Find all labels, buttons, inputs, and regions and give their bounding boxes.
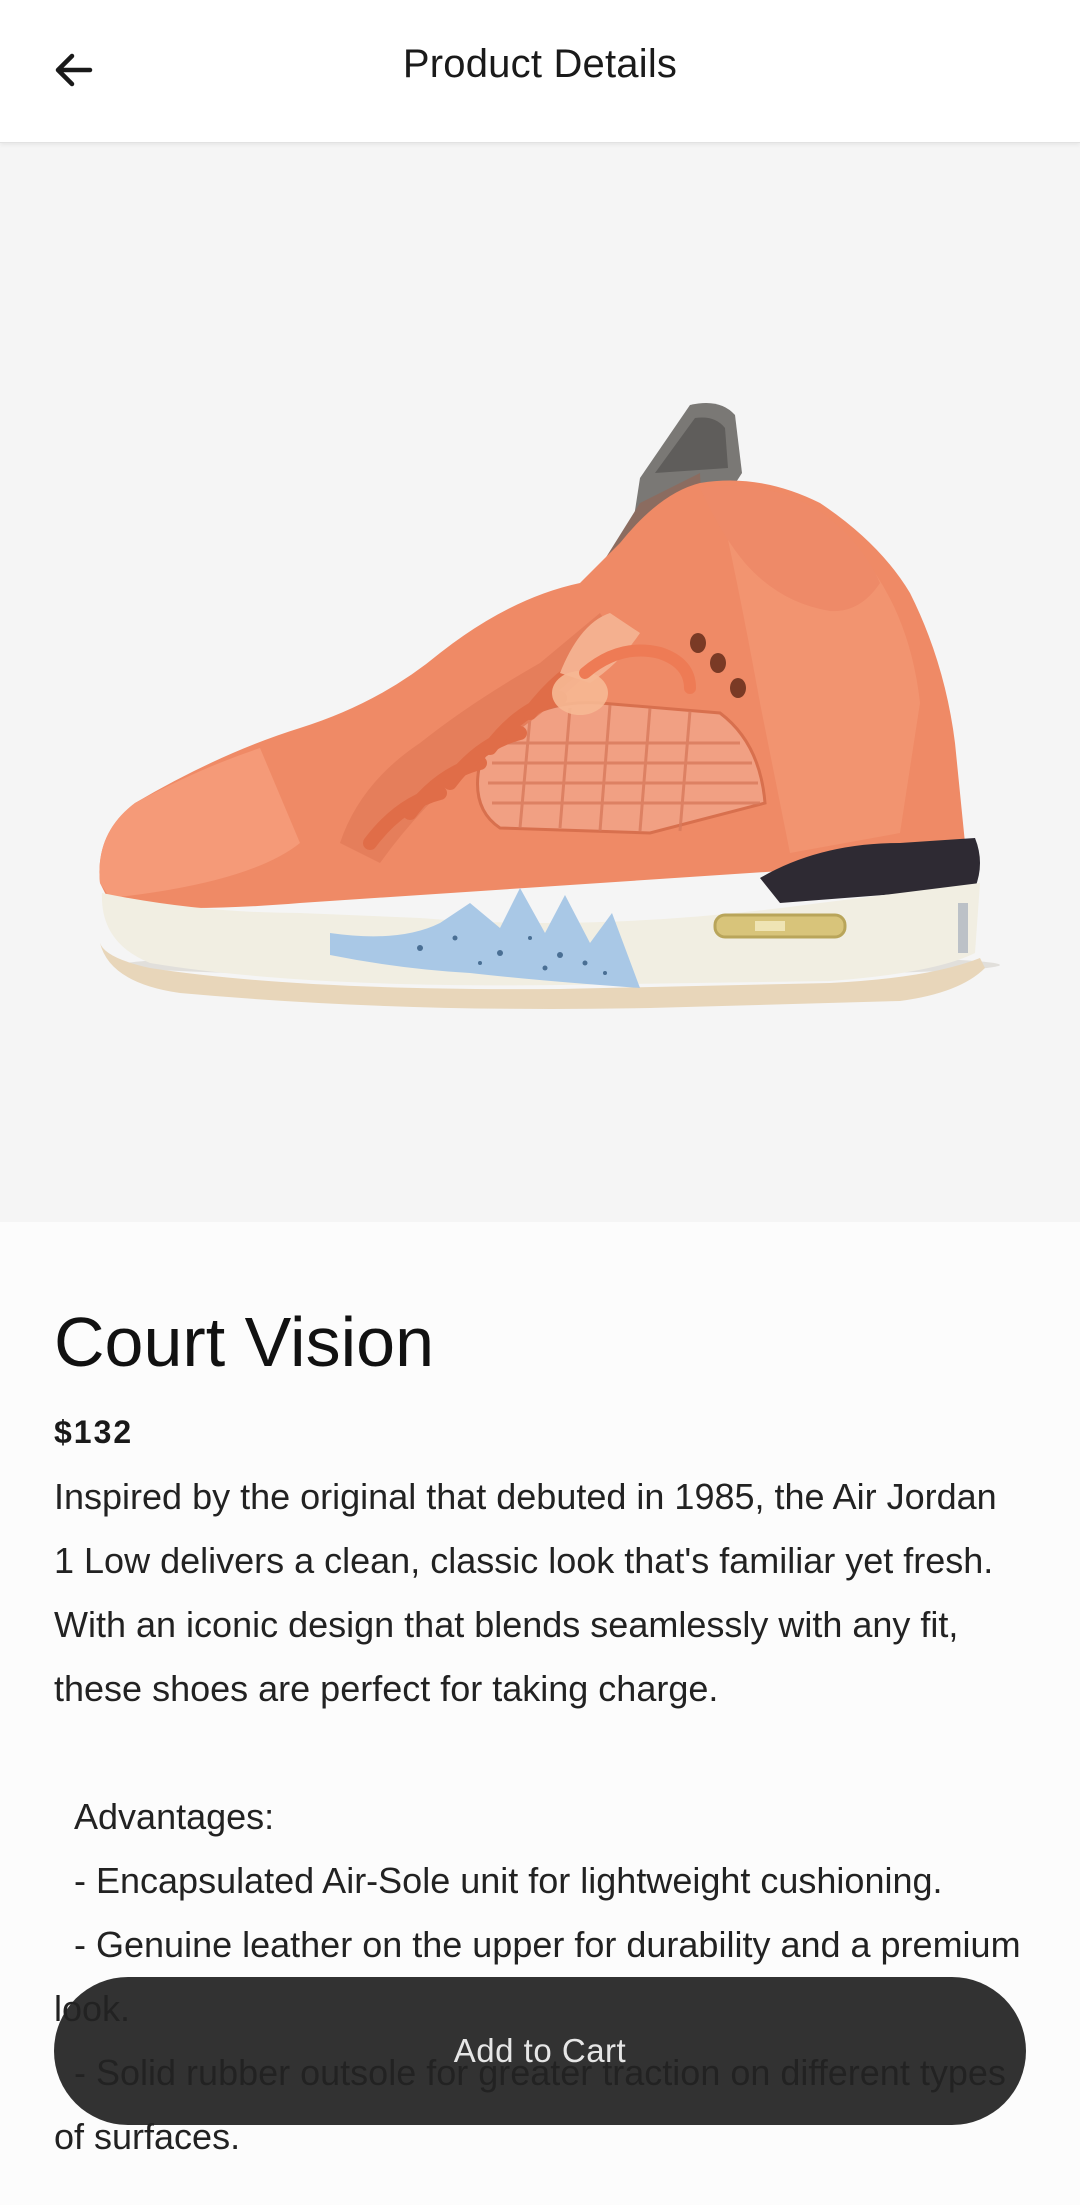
- add-to-cart-button[interactable]: Add to Cart: [54, 1977, 1026, 2125]
- top-app-bar: Product Details: [0, 0, 1080, 143]
- product-image: [0, 143, 1080, 1222]
- product-price: $132: [54, 1414, 134, 1450]
- sneaker-illustration: [0, 143, 1000, 1013]
- page-title: Product Details: [402, 42, 678, 86]
- product-name: Court Vision: [54, 1303, 435, 1381]
- product-details-screen: Product Details Court Vision $132 Inspir…: [0, 0, 1080, 2205]
